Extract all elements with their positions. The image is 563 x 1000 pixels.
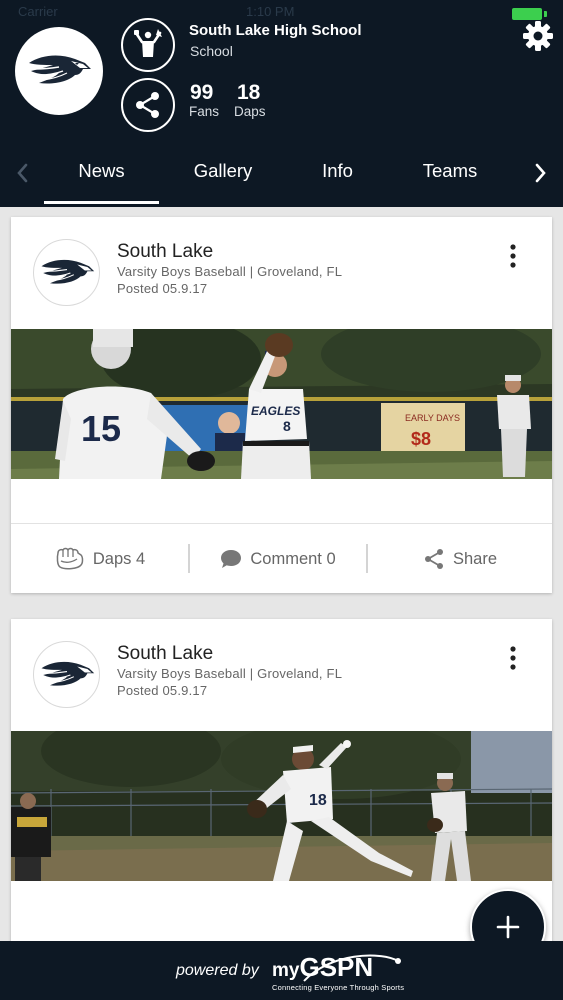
brand-prefix: my xyxy=(272,960,300,981)
status-carrier: Carrier xyxy=(18,4,58,19)
school-name: South Lake High School xyxy=(189,22,362,39)
post-photo[interactable]: EARLY DAYS $8 15 EAGLES 8 xyxy=(11,329,552,479)
baseball-fielder-catch-photo: EARLY DAYS $8 15 EAGLES 8 xyxy=(11,329,552,479)
more-options-icon[interactable] xyxy=(507,645,519,671)
status-time: 1:10 PM xyxy=(246,4,295,19)
post-team-location: Varsity Boys Baseball | Groveland, FL xyxy=(117,264,343,279)
share-icon xyxy=(424,549,443,569)
eagle-logo-icon xyxy=(41,259,94,284)
brand-tagline: Connecting Everyone Through Sports xyxy=(272,983,405,992)
daps-button[interactable]: Daps 4 xyxy=(11,524,189,594)
tab-news[interactable]: News xyxy=(44,160,159,182)
post-date: Posted 05.9.17 xyxy=(117,683,208,698)
chevron-right-icon[interactable] xyxy=(533,162,549,184)
comment-label: Comment 0 xyxy=(250,549,336,568)
svg-text:18: 18 xyxy=(309,792,327,809)
svg-text:EARLY DAYS: EARLY DAYS xyxy=(405,413,460,423)
tab-gallery[interactable]: Gallery xyxy=(172,160,274,182)
chevron-left-icon[interactable] xyxy=(14,162,30,184)
daps-label[interactable]: Daps xyxy=(234,104,266,119)
post-date: Posted 05.9.17 xyxy=(117,281,208,296)
share-profile-button[interactable] xyxy=(121,78,175,132)
tab-bar: News Gallery Info Teams xyxy=(0,150,563,206)
eagle-logo-icon xyxy=(41,661,94,686)
news-post-card[interactable]: South Lake Varsity Boys Baseball | Grove… xyxy=(11,217,552,593)
eagle-logo-icon xyxy=(29,55,91,84)
fans-count[interactable]: 99 xyxy=(190,81,213,105)
post-author[interactable]: South Lake xyxy=(117,643,213,665)
share-label: Share xyxy=(452,549,498,568)
svg-text:$8: $8 xyxy=(411,429,431,449)
more-options-icon[interactable] xyxy=(507,243,519,269)
svg-text:8: 8 xyxy=(283,418,291,434)
fan-cheer-icon xyxy=(134,29,162,57)
school-logo[interactable] xyxy=(15,27,103,115)
daps-count[interactable]: 18 xyxy=(237,81,260,105)
battery-tip xyxy=(544,11,547,17)
share-button[interactable]: Share xyxy=(368,524,552,594)
share-icon xyxy=(136,92,159,118)
post-team-location: Varsity Boys Baseball | Groveland, FL xyxy=(117,666,343,681)
status-bar: Carrier 1:10 PM xyxy=(0,0,563,24)
gear-icon[interactable] xyxy=(522,20,554,52)
svg-text:15: 15 xyxy=(81,408,121,449)
fans-label[interactable]: Fans xyxy=(189,104,219,119)
svg-text:EAGLES: EAGLES xyxy=(251,404,300,418)
post-avatar[interactable] xyxy=(33,239,100,306)
post-actions: Daps 4 Comment 0 Share xyxy=(11,523,552,593)
powered-by-text: powered by xyxy=(176,962,259,979)
tab-info[interactable]: Info xyxy=(300,160,375,182)
news-post-card[interactable]: South Lake Varsity Boys Baseball | Grove… xyxy=(11,619,552,949)
tab-teams[interactable]: Teams xyxy=(402,160,498,182)
fan-cheer-button[interactable] xyxy=(121,18,175,72)
comment-button[interactable]: Comment 0 xyxy=(190,524,366,594)
fist-bump-icon xyxy=(56,547,84,570)
school-type: School xyxy=(190,43,233,59)
battery-icon xyxy=(512,8,542,20)
footer: powered by myGSPN Connecting Everyone Th… xyxy=(0,941,563,1000)
plus-icon xyxy=(496,915,520,939)
post-photo[interactable]: 18 xyxy=(11,731,552,881)
swoosh-icon xyxy=(303,954,401,982)
daps-label: Daps 4 xyxy=(92,549,146,568)
post-avatar[interactable] xyxy=(33,641,100,708)
active-tab-indicator xyxy=(44,201,159,204)
profile-header: Carrier 1:10 PM South Lake High School S… xyxy=(0,0,563,207)
post-author[interactable]: South Lake xyxy=(117,241,213,263)
comment-icon xyxy=(221,550,242,568)
baseball-pitcher-throw-photo: 18 xyxy=(11,731,552,881)
